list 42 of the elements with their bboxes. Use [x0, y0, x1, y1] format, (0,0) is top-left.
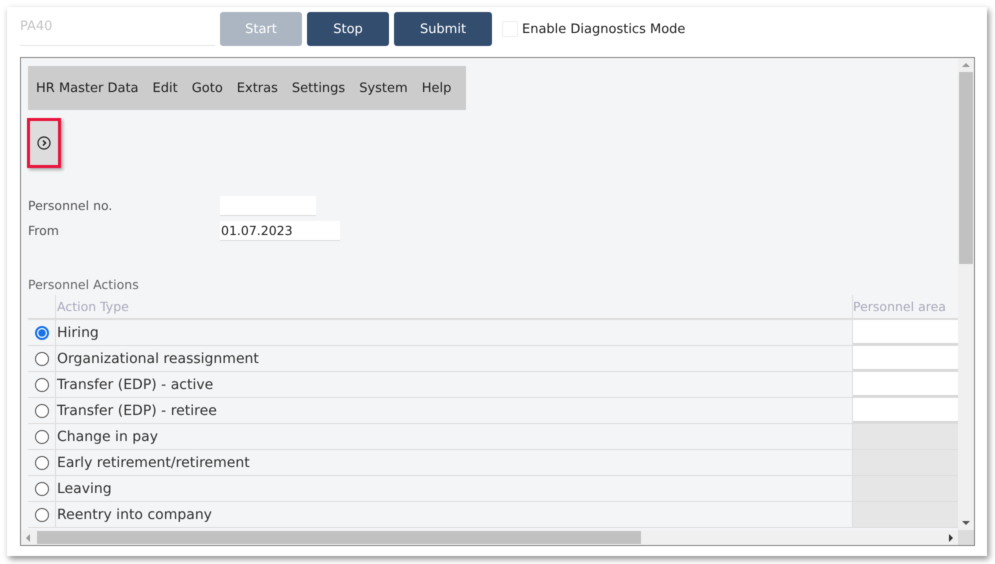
menu-item[interactable]: Extras: [230, 80, 285, 96]
scroll-up-icon[interactable]: [962, 62, 970, 68]
section-title: Personnel Actions: [28, 277, 140, 292]
radio-button[interactable]: [34, 352, 48, 366]
action-type: Transfer (EDP) - retiree: [57, 402, 217, 418]
radio-button[interactable]: [34, 378, 48, 392]
expand-button[interactable]: [27, 118, 61, 168]
input-field[interactable]: 01.07.2023: [220, 220, 340, 240]
toolbar-button[interactable]: Stop: [307, 12, 389, 46]
radio-button[interactable]: [34, 482, 48, 496]
field-label: Personnel no.: [28, 198, 114, 213]
radio-button[interactable]: [34, 430, 48, 444]
action-type: Hiring: [57, 324, 99, 340]
menu-item[interactable]: Settings: [284, 80, 352, 96]
action-type: Change in pay: [57, 428, 158, 444]
menu-item[interactable]: Goto: [184, 80, 230, 96]
action-type: Reentry into company: [57, 506, 212, 522]
column-header: Personnel area: [853, 299, 946, 314]
vertical-scrollbar[interactable]: [958, 58, 974, 530]
action-type: Early retirement/retirement: [57, 454, 250, 470]
action-type: Transfer (EDP) - active: [57, 376, 214, 392]
scroll-down-icon[interactable]: [962, 520, 970, 526]
column-header: Action Type: [57, 299, 129, 314]
input-field[interactable]: [220, 196, 316, 216]
radio-button[interactable]: [34, 508, 48, 522]
menu-item[interactable]: Help: [414, 80, 458, 96]
menu-item[interactable]: Edit: [146, 80, 185, 96]
radio-button[interactable]: [34, 404, 48, 418]
radio-button[interactable]: [34, 456, 48, 470]
menu-item[interactable]: System: [352, 80, 415, 96]
field-label: From: [28, 223, 60, 238]
chevron-circle-icon: [37, 136, 51, 150]
checkbox-label: Enable Diagnostics Mode: [522, 22, 686, 36]
menu-item[interactable]: HR Master Data: [36, 80, 146, 96]
radio-button[interactable]: [34, 326, 48, 340]
scroll-right-icon[interactable]: [948, 534, 954, 542]
scroll-left-icon[interactable]: [25, 534, 31, 542]
action-type: Leaving: [57, 480, 112, 496]
action-type: Organizational reassignment: [57, 350, 259, 366]
scrollbar-corner: [958, 530, 974, 545]
toolbar-button[interactable]: Submit: [394, 12, 492, 46]
horizontal-scrollbar[interactable]: [21, 530, 958, 545]
